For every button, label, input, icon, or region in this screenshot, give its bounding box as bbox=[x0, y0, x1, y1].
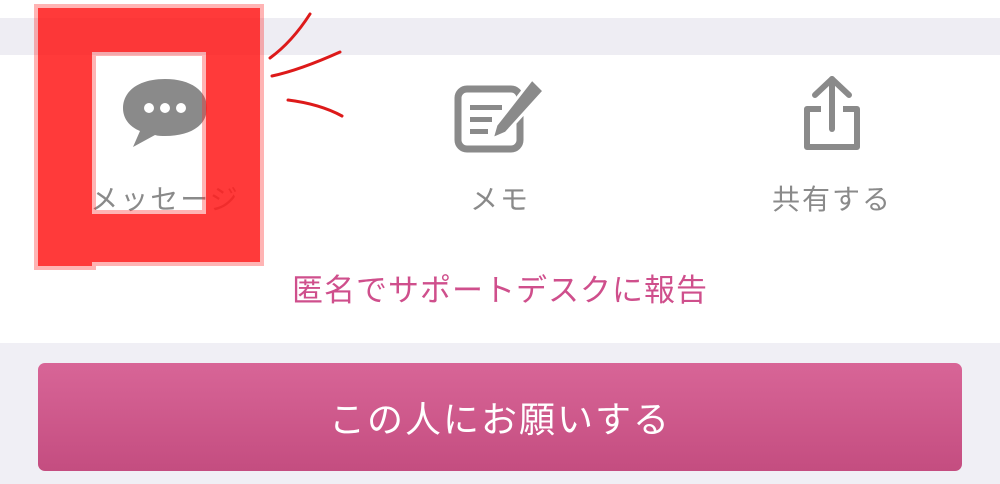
memo-label: メモ bbox=[469, 183, 530, 216]
report-link[interactable]: 匿名でサポートデスクに報告 bbox=[0, 265, 1000, 310]
memo-pencil-icon bbox=[454, 76, 547, 153]
section-divider bbox=[0, 18, 1000, 55]
action-card: メッセージ メモ 共有する 匿名でサポートデスクに報告 bbox=[0, 55, 1000, 343]
share-label: 共有する bbox=[771, 183, 892, 216]
top-band bbox=[0, 0, 1000, 18]
message-label: メッセージ bbox=[90, 183, 240, 216]
share-icon bbox=[804, 76, 860, 150]
message-button[interactable]: メッセージ bbox=[15, 55, 315, 255]
message-bubble-icon bbox=[123, 79, 207, 147]
share-button[interactable]: 共有する bbox=[682, 55, 982, 255]
memo-button[interactable]: メモ bbox=[350, 55, 650, 255]
request-button[interactable]: この人にお願いする bbox=[38, 363, 962, 471]
